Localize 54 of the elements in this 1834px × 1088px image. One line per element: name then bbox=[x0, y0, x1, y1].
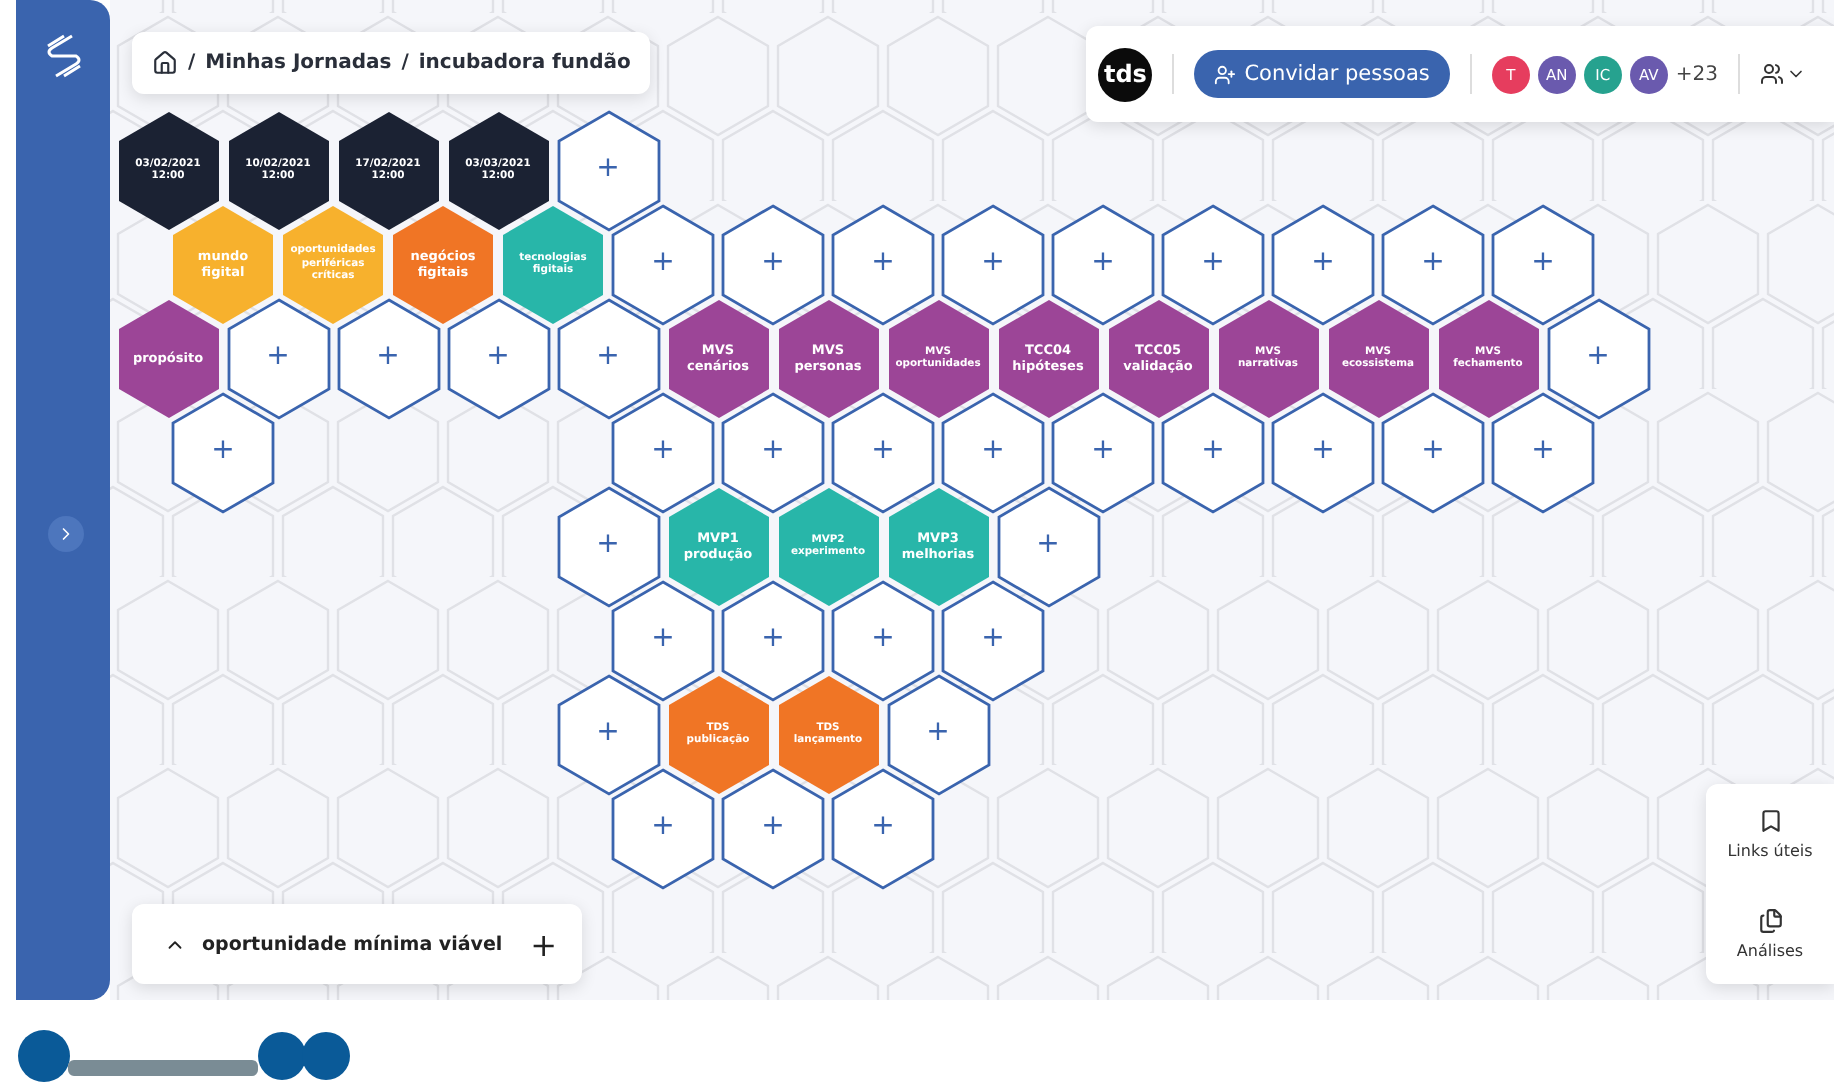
brand-logo: tds bbox=[1098, 47, 1153, 101]
add-tile-button[interactable]: + bbox=[553, 107, 663, 233]
add-tile-button[interactable]: + bbox=[828, 765, 938, 891]
add-tile-button[interactable]: + bbox=[993, 483, 1103, 609]
add-tile-button[interactable]: + bbox=[938, 201, 1048, 327]
add-tile-button[interactable]: + bbox=[168, 389, 278, 515]
add-tile-button[interactable]: + bbox=[938, 577, 1048, 703]
side-panel-button[interactable]: Análises bbox=[1736, 908, 1804, 960]
add-tile-button[interactable]: + bbox=[608, 577, 718, 703]
add-tile-button[interactable]: + bbox=[828, 577, 938, 703]
add-tile-button[interactable]: + bbox=[553, 671, 663, 797]
add-tile-button[interactable]: + bbox=[608, 389, 718, 515]
add-tile-button[interactable]: + bbox=[1268, 201, 1378, 327]
add-tile-button[interactable]: + bbox=[443, 295, 553, 421]
add-tile-button[interactable]: + bbox=[553, 483, 663, 609]
breadcrumb-separator: / bbox=[188, 52, 196, 74]
add-tile-button[interactable]: + bbox=[1048, 201, 1158, 327]
add-tile-button[interactable]: + bbox=[1048, 389, 1158, 515]
add-tile-button[interactable]: + bbox=[938, 389, 1048, 515]
add-tile-button[interactable]: + bbox=[553, 295, 663, 421]
more-members-count[interactable]: +23 bbox=[1675, 63, 1718, 85]
add-tile-button[interactable]: + bbox=[223, 295, 333, 421]
add-tile-button[interactable]: + bbox=[718, 389, 828, 515]
add-tile-button[interactable]: + bbox=[1488, 201, 1598, 327]
add-tile-button[interactable]: + bbox=[608, 201, 718, 327]
add-tile-button[interactable]: + bbox=[718, 201, 828, 327]
add-tile-button[interactable]: + bbox=[1488, 389, 1598, 515]
add-tile-button[interactable]: + bbox=[333, 295, 443, 421]
breadcrumb-link[interactable]: incubadora fundão bbox=[418, 52, 631, 74]
breadcrumb-link[interactable]: Minhas Jornadas bbox=[205, 52, 392, 74]
journey-title: oportunidade mínima viável bbox=[202, 933, 503, 955]
add-user-icon bbox=[1214, 63, 1237, 85]
add-tile-button[interactable]: + bbox=[1158, 389, 1268, 515]
home-icon[interactable] bbox=[152, 50, 178, 76]
add-tile-button[interactable]: + bbox=[1378, 201, 1488, 327]
users-icon bbox=[1760, 62, 1784, 86]
add-tile-button[interactable]: + bbox=[1378, 389, 1488, 515]
add-tile-button[interactable]: + bbox=[1543, 295, 1653, 421]
invite-button[interactable]: Convidar pessoas bbox=[1194, 50, 1450, 98]
add-tile-button[interactable]: + bbox=[1268, 389, 1378, 515]
bookmark-icon bbox=[1757, 808, 1783, 834]
add-tile-button[interactable]: + bbox=[1158, 201, 1268, 327]
add-tile-button[interactable]: + bbox=[828, 201, 938, 327]
add-tile-button[interactable]: + bbox=[608, 765, 718, 891]
breadcrumb-separator: / bbox=[401, 52, 409, 74]
logo-icon bbox=[43, 32, 83, 80]
add-tile-button[interactable]: + bbox=[828, 389, 938, 515]
add-tile-button[interactable]: + bbox=[883, 671, 993, 797]
documents-icon bbox=[1757, 908, 1783, 934]
add-tile-button[interactable]: + bbox=[718, 577, 828, 703]
members-menu-button[interactable] bbox=[1760, 62, 1806, 86]
add-button[interactable]: + bbox=[530, 925, 558, 963]
add-tile-button[interactable]: + bbox=[718, 765, 828, 891]
side-panel-button[interactable]: Links úteis bbox=[1727, 808, 1813, 860]
